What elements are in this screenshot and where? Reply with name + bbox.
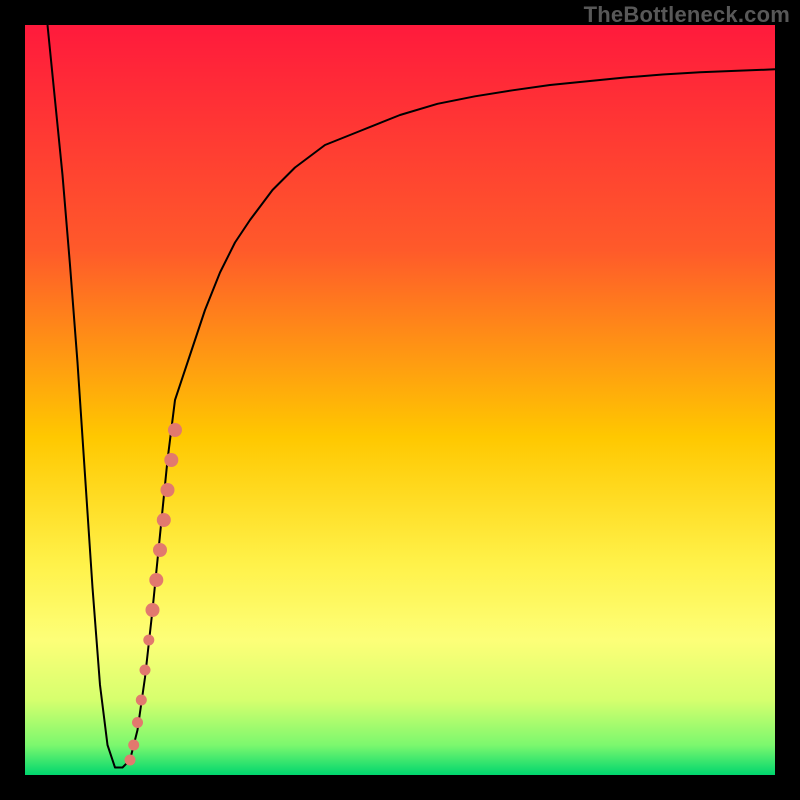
scatter-point <box>125 755 136 766</box>
scatter-point <box>161 483 175 497</box>
scatter-point <box>128 740 139 751</box>
scatter-point <box>143 635 154 646</box>
scatter-point <box>146 603 160 617</box>
scatter-point <box>157 513 171 527</box>
scatter-point <box>164 453 178 467</box>
scatter-point <box>132 717 143 728</box>
chart-background <box>25 25 775 775</box>
scatter-point <box>140 665 151 676</box>
scatter-point <box>149 573 163 587</box>
scatter-point <box>168 423 182 437</box>
scatter-point <box>153 543 167 557</box>
chart-frame: TheBottleneck.com <box>0 0 800 800</box>
scatter-point <box>136 695 147 706</box>
watermark-text: TheBottleneck.com <box>584 2 790 28</box>
chart-svg <box>25 25 775 775</box>
